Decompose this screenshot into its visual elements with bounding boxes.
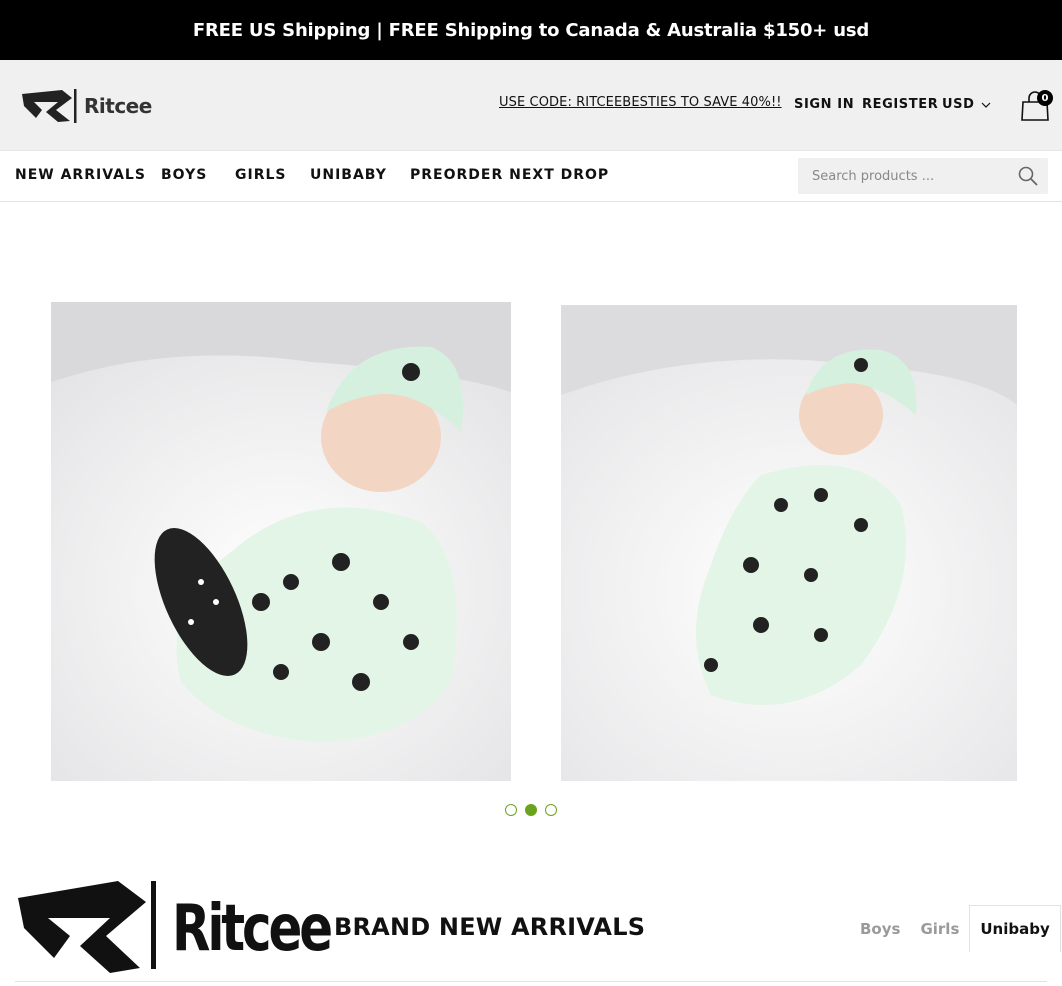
section-logo-wordmark: Ritcee xyxy=(172,892,333,966)
promo-code-link[interactable]: USE CODE: RITCEEBESTIES TO SAVE 40%!! xyxy=(499,95,782,110)
cart-count-badge: 0 xyxy=(1037,90,1053,106)
slider-dot-2[interactable] xyxy=(525,804,537,816)
currency-selector[interactable]: USD xyxy=(942,97,991,112)
currency-label: USD xyxy=(942,97,975,112)
search-icon[interactable] xyxy=(1018,166,1038,186)
chevron-down-icon xyxy=(981,102,990,108)
ritcee-logo-icon xyxy=(22,89,77,123)
nav-boys[interactable]: BOYS xyxy=(161,167,207,183)
section-brand-logo: Ritcee xyxy=(18,878,375,980)
baby-panda-onesie-photo-2 xyxy=(561,305,1017,781)
section-title: BRAND NEW ARRIVALS xyxy=(334,913,646,941)
tab-girls[interactable]: Girls xyxy=(910,905,969,952)
nav-girls[interactable]: GIRLS xyxy=(235,167,286,183)
nav-preorder-next-drop[interactable]: PREORDER NEXT DROP xyxy=(410,167,609,183)
logo-wordmark: Ritcee xyxy=(84,94,152,118)
ritcee-logo-icon xyxy=(18,881,156,973)
tab-unibaby[interactable]: Unibaby xyxy=(969,905,1061,952)
site-logo[interactable]: Ritcee xyxy=(22,88,152,124)
announcement-text: FREE US Shipping | FREE Shipping to Cana… xyxy=(192,19,870,41)
nav-unibaby[interactable]: UNIBABY xyxy=(310,167,387,183)
section-divider xyxy=(15,981,1047,982)
slider-dot-1[interactable] xyxy=(505,804,517,816)
baby-panda-onesie-photo-1 xyxy=(51,302,511,781)
register-link[interactable]: REGISTER xyxy=(862,97,938,112)
nav-new-arrivals[interactable]: NEW ARRIVALS xyxy=(15,167,146,183)
category-tabs: Boys Girls Unibaby xyxy=(850,905,1061,952)
search-input[interactable] xyxy=(798,158,1013,194)
hero-slide-1[interactable] xyxy=(51,302,511,781)
hero-slide-2[interactable] xyxy=(561,305,1017,781)
slider-dot-3[interactable] xyxy=(545,804,557,816)
search-box xyxy=(798,158,1048,194)
sign-in-link[interactable]: SIGN IN xyxy=(794,97,854,112)
tab-boys[interactable]: Boys xyxy=(850,905,910,952)
announcement-bar: FREE US Shipping | FREE Shipping to Cana… xyxy=(0,0,1062,60)
cart-button[interactable]: 0 xyxy=(1021,90,1053,122)
slider-pagination xyxy=(505,804,557,816)
